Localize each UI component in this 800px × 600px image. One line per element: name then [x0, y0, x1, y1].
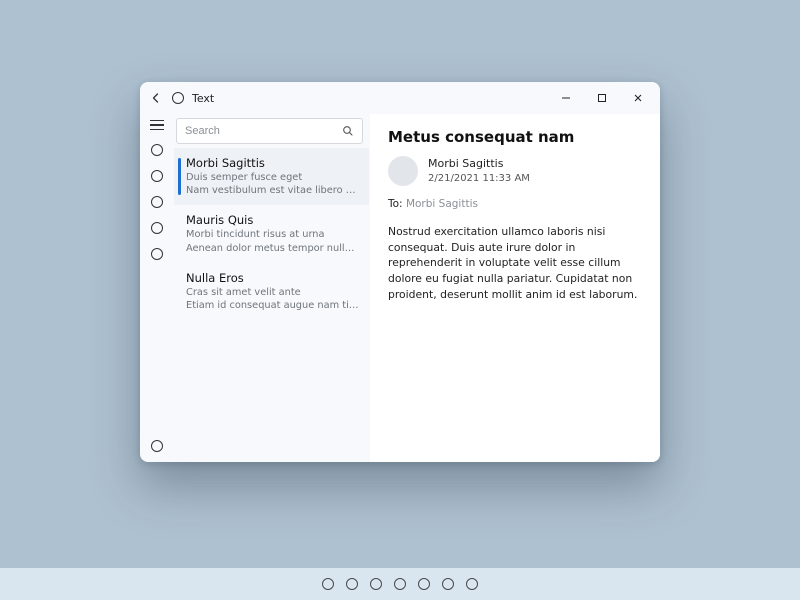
nav-item-bottom[interactable]	[151, 440, 163, 452]
message-detail-pane: Metus consequat nam Morbi Sagittis 2/21/…	[370, 114, 660, 462]
message-from: Morbi Sagittis	[186, 156, 359, 171]
nav-item-5[interactable]	[151, 248, 163, 260]
titlebar: Text	[140, 82, 660, 114]
message-preview-2: Nam vestibulum est vitae libero finibus …	[186, 184, 359, 197]
message-from: Mauris Quis	[186, 213, 359, 228]
message-list-pane: Morbi SagittisDuis semper fusce egetNam …	[174, 114, 370, 462]
minimize-button[interactable]	[548, 84, 584, 112]
search-input[interactable]	[185, 125, 336, 137]
message-preview-1: Duis semper fusce eget	[186, 171, 359, 184]
message-preview-1: Morbi tincidunt risus at urna	[186, 228, 359, 241]
message-from: Nulla Eros	[186, 271, 359, 286]
taskbar-item[interactable]	[418, 578, 430, 590]
taskbar-item[interactable]	[394, 578, 406, 590]
message-body: Nostrud exercitation ullamco laboris nis…	[388, 224, 644, 302]
window-title: Text	[192, 92, 214, 105]
close-button[interactable]	[620, 84, 656, 112]
app-icon	[172, 92, 184, 104]
message-item[interactable]: Mauris QuisMorbi tincidunt risus at urna…	[174, 205, 369, 262]
message-preview-2: Aenean dolor metus tempor nulla ac dapib…	[186, 242, 359, 255]
message-item[interactable]: Morbi SagittisDuis semper fusce egetNam …	[174, 148, 369, 205]
app-window: Text	[140, 82, 660, 462]
search-box[interactable]	[176, 118, 363, 144]
message-preview-2: Etiam id consequat augue nam tincidunt	[186, 299, 359, 312]
nav-item-3[interactable]	[151, 196, 163, 208]
taskbar-item[interactable]	[442, 578, 454, 590]
hamburger-icon[interactable]	[150, 120, 164, 130]
nav-item-2[interactable]	[151, 170, 163, 182]
message-subject: Metus consequat nam	[388, 128, 644, 146]
maximize-button[interactable]	[584, 84, 620, 112]
avatar	[388, 156, 418, 186]
taskbar	[0, 568, 800, 600]
taskbar-item[interactable]	[346, 578, 358, 590]
taskbar-item[interactable]	[322, 578, 334, 590]
sender-date: 2/21/2021 11:33 AM	[428, 172, 530, 186]
taskbar-item[interactable]	[466, 578, 478, 590]
back-button[interactable]	[148, 90, 164, 106]
to-label: To:	[388, 198, 403, 210]
taskbar-item[interactable]	[370, 578, 382, 590]
sender-name: Morbi Sagittis	[428, 157, 530, 172]
nav-item-4[interactable]	[151, 222, 163, 234]
search-icon	[342, 122, 354, 141]
to-value: Morbi Sagittis	[406, 198, 478, 210]
nav-item-1[interactable]	[151, 144, 163, 156]
to-row: To: Morbi Sagittis	[388, 198, 644, 210]
message-preview-1: Cras sit amet velit ante	[186, 286, 359, 299]
nav-rail	[140, 114, 174, 462]
message-item[interactable]: Nulla ErosCras sit amet velit anteEtiam …	[174, 263, 369, 320]
